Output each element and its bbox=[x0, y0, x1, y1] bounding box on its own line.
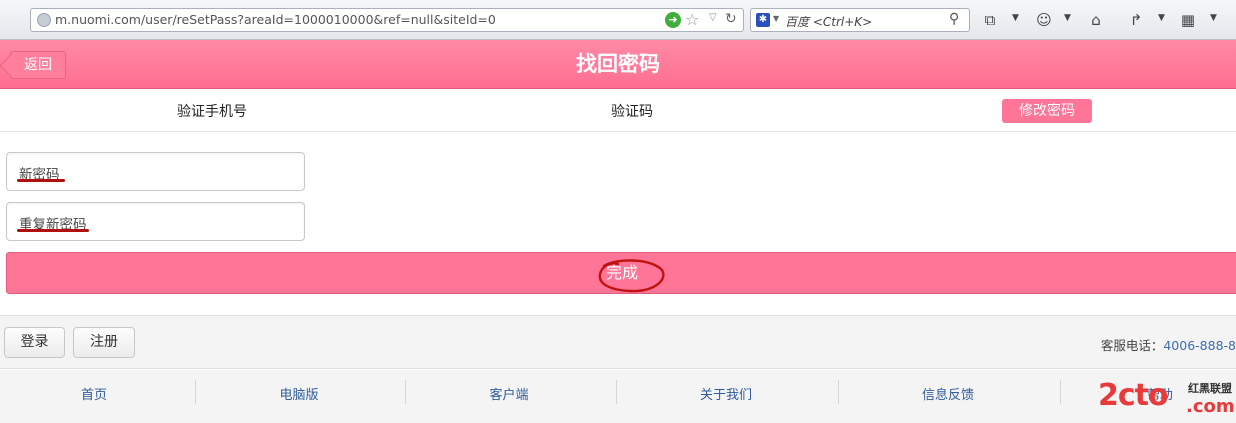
watermark-suffix: .com bbox=[1186, 396, 1235, 417]
new-password-field[interactable]: 新密码 bbox=[6, 152, 305, 191]
footer-nav: 首页 电脑版 客户端 关于我们 信息反馈 帮助 bbox=[0, 370, 1236, 423]
footer-link-desktop[interactable]: 电脑版 bbox=[249, 384, 349, 403]
register-button[interactable]: 注册 bbox=[73, 327, 135, 358]
app-header: 找回密码 返回 bbox=[0, 40, 1236, 89]
browser-toolbar: m.nuomi.com/user/reSetPass?areaId=100001… bbox=[0, 0, 1236, 40]
footer-divider bbox=[616, 380, 617, 404]
footer-divider bbox=[195, 380, 196, 404]
annotation-underline bbox=[17, 229, 89, 232]
baidu-engine-icon[interactable]: ✱ bbox=[756, 13, 770, 27]
watermark-main: 2cto bbox=[1098, 378, 1169, 413]
page-title: 找回密码 bbox=[576, 52, 660, 76]
annotation-underline bbox=[17, 179, 65, 182]
hotline-label: 客服电话： bbox=[1100, 338, 1164, 353]
footer-link-about[interactable]: 关于我们 bbox=[676, 384, 776, 403]
hotline-number[interactable]: 4006-888-8 bbox=[1163, 338, 1236, 353]
share-arrow-icon[interactable]: ↱ bbox=[1126, 10, 1146, 30]
home-icon[interactable]: ⌂ bbox=[1086, 10, 1106, 30]
addon-dropdown-icon[interactable]: ▼ bbox=[1064, 13, 1071, 23]
screenshot-tool-icon[interactable]: ⧉ bbox=[980, 10, 1000, 30]
account-bar: 登录 注册 客服电话：4006-888-8 bbox=[0, 315, 1236, 369]
bookmark-star-icon[interactable]: ☆ bbox=[685, 10, 699, 29]
repeat-password-field[interactable]: 重复新密码 bbox=[6, 202, 305, 241]
step-change-password: 修改密码 bbox=[1002, 99, 1092, 123]
step-indicator: 验证手机号 验证码 修改密码 bbox=[0, 90, 1236, 132]
apps-dropdown-icon[interactable]: ▼ bbox=[1210, 13, 1217, 23]
apps-grid-icon[interactable]: ▦ bbox=[1178, 10, 1198, 30]
footer-divider bbox=[405, 380, 406, 404]
history-dropdown-icon[interactable]: ▽ bbox=[709, 12, 717, 23]
login-button[interactable]: 登录 bbox=[4, 327, 65, 358]
step-verify-code: 验证码 bbox=[611, 104, 653, 120]
footer-divider bbox=[1060, 380, 1061, 404]
back-label: 返回 bbox=[24, 57, 52, 73]
go-icon[interactable]: ➜ bbox=[665, 12, 681, 28]
share-dropdown-icon[interactable]: ▼ bbox=[1158, 13, 1165, 23]
site-watermark: 2cto 红黑联盟 .com bbox=[1098, 378, 1236, 418]
search-input[interactable]: 百度 <Ctrl+K> bbox=[785, 13, 872, 30]
address-text[interactable]: m.nuomi.com/user/reSetPass?areaId=100001… bbox=[55, 12, 496, 27]
site-identity-icon[interactable] bbox=[37, 13, 51, 27]
engine-dropdown-icon[interactable]: ▼ bbox=[773, 14, 779, 23]
watermark-cn: 红黑联盟 bbox=[1188, 382, 1232, 395]
back-button[interactable]: 返回 bbox=[10, 51, 66, 79]
search-box[interactable]: ✱ ▼ 百度 <Ctrl+K> ⚲ bbox=[750, 8, 970, 32]
annotation-circle bbox=[598, 259, 665, 293]
reload-icon[interactable]: ↻ bbox=[725, 11, 737, 27]
footer-link-home[interactable]: 首页 bbox=[44, 384, 144, 403]
step-verify-phone: 验证手机号 bbox=[177, 104, 247, 120]
footer-link-feedback[interactable]: 信息反馈 bbox=[898, 384, 998, 403]
footer-divider bbox=[838, 380, 839, 404]
address-bar[interactable]: m.nuomi.com/user/reSetPass?areaId=100001… bbox=[30, 8, 744, 32]
customer-hotline: 客服电话：4006-888-8 bbox=[1101, 335, 1236, 354]
addon-face-icon[interactable]: ☺ bbox=[1034, 10, 1054, 30]
screenshot-dropdown-icon[interactable]: ▼ bbox=[1012, 13, 1019, 23]
footer-link-client[interactable]: 客户端 bbox=[459, 384, 559, 403]
magnifier-icon[interactable]: ⚲ bbox=[949, 11, 959, 27]
